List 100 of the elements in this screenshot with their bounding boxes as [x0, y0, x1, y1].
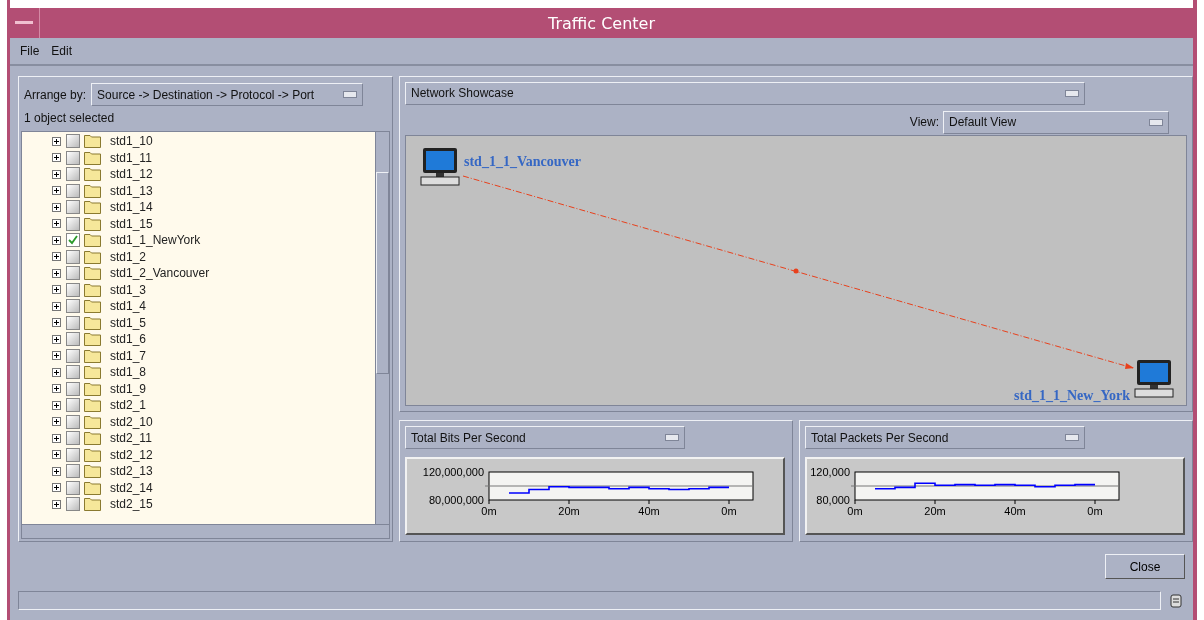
tree-item[interactable]: std1_15 [110, 216, 153, 231]
tree-item[interactable]: std1_10 [110, 134, 153, 149]
expand-icon[interactable] [52, 202, 64, 212]
tree-item[interactable]: std2_12 [110, 447, 153, 462]
folder-icon [84, 381, 101, 396]
tree-item[interactable]: std1_5 [110, 315, 147, 330]
tree-item[interactable]: std1_11 [110, 150, 152, 165]
menu-item[interactable]: Edit [51, 44, 73, 58]
tree-item[interactable]: std2_1 [110, 398, 147, 413]
selection-status: 1 object selected [23, 110, 116, 127]
tree-item[interactable]: std1_1_NewYork [110, 233, 201, 248]
tick-label: 20m [924, 505, 946, 517]
checkbox[interactable] [66, 167, 80, 182]
horizontal-scrollbar[interactable] [22, 524, 389, 538]
expand-icon[interactable] [52, 235, 64, 245]
tree-item[interactable]: std1_2 [110, 249, 147, 264]
close-button[interactable]: Close [1105, 554, 1185, 579]
tree-item[interactable]: std1_6 [110, 332, 147, 347]
checkbox[interactable] [66, 249, 80, 264]
expand-icon[interactable] [52, 384, 64, 394]
expand-icon[interactable] [52, 285, 64, 295]
folder-icon [84, 150, 101, 165]
menu-item[interactable]: File [20, 44, 40, 58]
expand-icon[interactable] [52, 400, 64, 410]
tree-item[interactable]: std1_2_Vancouver [110, 266, 210, 281]
tree-item[interactable]: std1_8 [110, 365, 147, 380]
expand-icon[interactable] [52, 417, 64, 427]
checkbox[interactable] [66, 299, 80, 314]
checkbox[interactable] [66, 365, 80, 380]
expand-icon[interactable] [52, 351, 64, 361]
tree-item[interactable]: std2_14 [110, 480, 153, 495]
tree-item[interactable]: std1_3 [110, 282, 147, 297]
checkbox[interactable] [66, 348, 80, 363]
folder-icon [84, 447, 101, 462]
vertical-scrollbar[interactable] [375, 132, 389, 525]
folder-icon [84, 480, 101, 495]
metric-dropdown[interactable]: Total Packets Per Second [805, 426, 1085, 449]
checkbox[interactable] [66, 200, 80, 215]
tree-item[interactable]: std1_13 [110, 183, 153, 198]
expand-icon[interactable] [52, 450, 64, 460]
expand-icon[interactable] [52, 334, 64, 344]
expand-icon[interactable] [52, 169, 64, 179]
tick-label: 0m [1087, 505, 1103, 517]
checkbox[interactable] [66, 431, 80, 446]
tick-label: 40m [638, 505, 660, 517]
view-label: View: [909, 115, 939, 130]
checkbox[interactable] [66, 266, 80, 281]
checkbox[interactable] [66, 183, 80, 198]
folder-icon [84, 216, 101, 231]
expand-icon[interactable] [52, 252, 64, 262]
view-dropdown[interactable]: Default View [943, 110, 1169, 134]
tree-item[interactable]: std1_9 [110, 381, 147, 396]
expand-icon[interactable] [52, 318, 64, 328]
checkbox[interactable] [66, 497, 80, 512]
map-dropdown[interactable]: Network Showcase [405, 82, 1085, 105]
expand-icon[interactable] [52, 499, 64, 509]
folder-icon [84, 497, 101, 512]
tree-item[interactable]: std2_10 [110, 414, 153, 429]
checkbox[interactable] [66, 480, 80, 495]
checkbox[interactable] [66, 447, 80, 462]
tick-label: 20m [558, 505, 580, 517]
expand-icon[interactable] [52, 136, 64, 146]
tree-item[interactable]: std2_11 [110, 431, 152, 446]
tick-label: 0m [721, 505, 737, 517]
expand-icon[interactable] [52, 301, 64, 311]
checkbox[interactable] [66, 216, 80, 231]
checkbox[interactable] [66, 233, 80, 248]
expand-icon[interactable] [52, 367, 64, 377]
checkbox[interactable] [66, 332, 80, 347]
expand-icon[interactable] [52, 268, 64, 278]
tick-label: 80,000 [816, 494, 850, 506]
arrange-dropdown[interactable]: Source -> Destination -> Protocol -> Port [91, 83, 364, 106]
folder-icon [84, 266, 101, 281]
folder-icon [84, 167, 101, 182]
checkbox[interactable] [66, 150, 80, 165]
checkbox[interactable] [66, 282, 80, 297]
checkbox[interactable] [66, 414, 80, 429]
tree-item[interactable]: std2_15 [110, 497, 153, 512]
expand-icon[interactable] [52, 219, 64, 229]
tick-label: 120,000,000 [422, 466, 484, 478]
expand-icon[interactable] [52, 433, 64, 443]
expand-icon[interactable] [52, 153, 64, 163]
expand-icon[interactable] [52, 483, 64, 493]
tree-item[interactable]: std1_7 [110, 348, 147, 363]
tree-item[interactable]: std1_14 [110, 200, 153, 215]
checkbox[interactable] [66, 381, 80, 396]
tick-label: 0m [481, 505, 497, 517]
expand-icon[interactable] [52, 466, 64, 476]
window-title: Traffic Center [547, 13, 656, 33]
tree-item[interactable]: std2_13 [110, 464, 153, 479]
folder-icon [84, 431, 101, 446]
checkbox[interactable] [66, 398, 80, 413]
tree-item[interactable]: std1_12 [110, 167, 153, 182]
checkbox[interactable] [66, 315, 80, 330]
expand-icon[interactable] [52, 186, 64, 196]
metric-dropdown[interactable]: Total Bits Per Second [405, 426, 685, 449]
tree-item[interactable]: std1_4 [110, 299, 147, 314]
checkbox[interactable] [66, 134, 80, 149]
folder-icon [84, 233, 101, 248]
checkbox[interactable] [66, 464, 80, 479]
